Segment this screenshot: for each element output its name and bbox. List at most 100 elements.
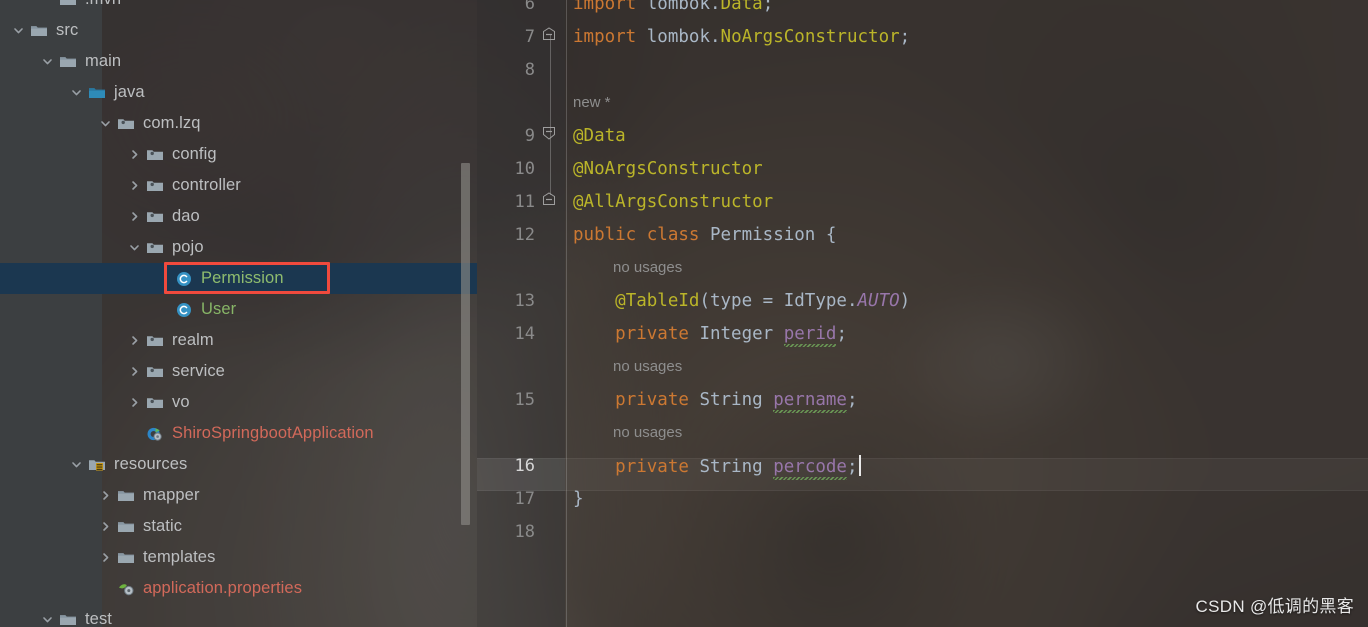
tree-item--mvn[interactable]: .mvn (0, 0, 477, 15)
chevron-right-icon[interactable] (124, 145, 144, 165)
chevron-right-icon[interactable] (124, 331, 144, 351)
code-text: @NoArgsConstructor (573, 158, 763, 179)
fold-gutter (535, 0, 565, 20)
line-number: 7 (524, 26, 535, 47)
folder-icon (115, 548, 137, 568)
tree-item-label: .mvn (85, 0, 121, 9)
tree-item-label: test (85, 610, 112, 627)
code-text: import lombok.NoArgsConstructor; (573, 26, 911, 47)
tree-item-resources[interactable]: resources (0, 449, 477, 480)
spring-boot-run-icon (144, 424, 166, 444)
folder-icon (57, 610, 79, 627)
fold-gutter (535, 218, 565, 251)
tree-item-static[interactable]: static (0, 511, 477, 542)
code-line[interactable]: 15 private String pername; (477, 383, 1368, 416)
package-icon (144, 176, 166, 196)
code-text: public class Permission { (573, 224, 837, 245)
fold-gutter (535, 284, 565, 317)
folder-icon (115, 517, 137, 537)
chevron-down-icon[interactable] (66, 455, 86, 475)
fold-gutter (535, 383, 565, 416)
tree-item-label: controller (172, 176, 241, 194)
code-text: import lombok.Data; (573, 0, 774, 14)
tree-item-label: ShiroSpringbootApplication (172, 424, 374, 442)
inlay-hint-text: new * (573, 94, 611, 111)
tree-item-realm[interactable]: realm (0, 325, 477, 356)
package-icon (144, 207, 166, 227)
inlay-hint-text: no usages (613, 259, 683, 276)
code-line[interactable]: 7 import lombok.NoArgsConstructor; (477, 20, 1368, 53)
code-line[interactable]: 9 @Data (477, 119, 1368, 152)
chevron-down-icon[interactable] (66, 83, 86, 103)
fold-gutter (535, 449, 565, 482)
tree-item-com-lzq[interactable]: com.lzq (0, 108, 477, 139)
tree-item-controller[interactable]: controller (0, 170, 477, 201)
inlay-hint: no usages (477, 251, 1368, 284)
tree-item-src[interactable]: src (0, 15, 477, 46)
code-line[interactable]: 18 (477, 515, 1368, 548)
tree-item-test[interactable]: test (0, 604, 477, 627)
chevron-right-icon[interactable] (124, 207, 144, 227)
line-number: 18 (514, 521, 535, 542)
tree-item-label: service (172, 362, 225, 380)
chevron-right-icon[interactable] (95, 548, 115, 568)
tree-item-config[interactable]: config (0, 139, 477, 170)
code-line[interactable]: 12 public class Permission { (477, 218, 1368, 251)
code-editor[interactable]: 6 import lombok.Data; 7 import lombok.NoArg… (477, 0, 1368, 627)
sidebar-scrollbar[interactable] (461, 163, 470, 525)
source-root-icon (86, 83, 108, 103)
line-number: 15 (514, 389, 535, 410)
code-line[interactable]: 6 import lombok.Data; (477, 0, 1368, 20)
inlay-hint: new * (477, 86, 1368, 119)
fold-gutter (535, 482, 565, 515)
spring-properties-icon (115, 579, 137, 599)
chevron-down-icon[interactable] (37, 52, 57, 72)
code-line[interactable]: 10 @NoArgsConstructor (477, 152, 1368, 185)
code-line[interactable]: 13 @TableId(type = IdType.AUTO) (477, 284, 1368, 317)
inlay-hint: no usages (477, 350, 1368, 383)
tree-item-permission[interactable]: Permission (0, 263, 477, 294)
tree-item-dao[interactable]: dao (0, 201, 477, 232)
tree-item-label: com.lzq (143, 114, 201, 132)
tree-item-vo[interactable]: vo (0, 387, 477, 418)
tree-item-label: main (85, 52, 122, 70)
tree-item-service[interactable]: service (0, 356, 477, 387)
chevron-down-icon[interactable] (95, 114, 115, 134)
project-tree[interactable]: .mvn srcmain java com.lzq config controller da… (0, 0, 477, 627)
code-line[interactable]: 11 @AllArgsConstructor (477, 185, 1368, 218)
folder-icon (57, 0, 79, 10)
tree-item-label: dao (172, 207, 200, 225)
code-line[interactable]: 14 private Integer perid; (477, 317, 1368, 350)
chevron-right-icon[interactable] (124, 393, 144, 413)
tree-item-shirospringbootapplication[interactable]: ShiroSpringbootApplication (0, 418, 477, 449)
chevron-right-icon[interactable] (95, 486, 115, 506)
tree-item-pojo[interactable]: pojo (0, 232, 477, 263)
chevron-right-icon[interactable] (124, 362, 144, 382)
chevron-right-icon[interactable] (95, 517, 115, 537)
tree-item-main[interactable]: main (0, 46, 477, 77)
tree-item-label: Permission (201, 269, 284, 287)
line-number: 9 (524, 125, 535, 146)
code-text: private String pername; (615, 389, 858, 410)
tree-item-user[interactable]: User (0, 294, 477, 325)
tree-item-label: vo (172, 393, 190, 411)
code-line[interactable]: 16 private String percode; (477, 449, 1368, 482)
project-tool-window[interactable]: .mvn srcmain java com.lzq config controller da… (0, 0, 477, 627)
tree-item-application-properties[interactable]: application.properties (0, 573, 477, 604)
code-line[interactable]: 8 (477, 53, 1368, 86)
code-text: @Data (573, 125, 626, 146)
code-text: @AllArgsConstructor (573, 191, 774, 212)
tree-item-templates[interactable]: templates (0, 542, 477, 573)
tree-item-label: resources (114, 455, 188, 473)
code-line[interactable]: 17} (477, 482, 1368, 515)
watermark: CSDN @低调的黑客 (1195, 597, 1354, 616)
tree-item-label: src (56, 21, 79, 39)
tree-item-mapper[interactable]: mapper (0, 480, 477, 511)
chevron-down-icon[interactable] (37, 610, 57, 627)
chevron-right-icon[interactable] (124, 176, 144, 196)
tree-item-java[interactable]: java (0, 77, 477, 108)
chevron-down-icon[interactable] (8, 21, 28, 41)
line-number: 8 (524, 59, 535, 80)
tree-item-label: User (201, 300, 237, 318)
chevron-down-icon[interactable] (124, 238, 144, 258)
